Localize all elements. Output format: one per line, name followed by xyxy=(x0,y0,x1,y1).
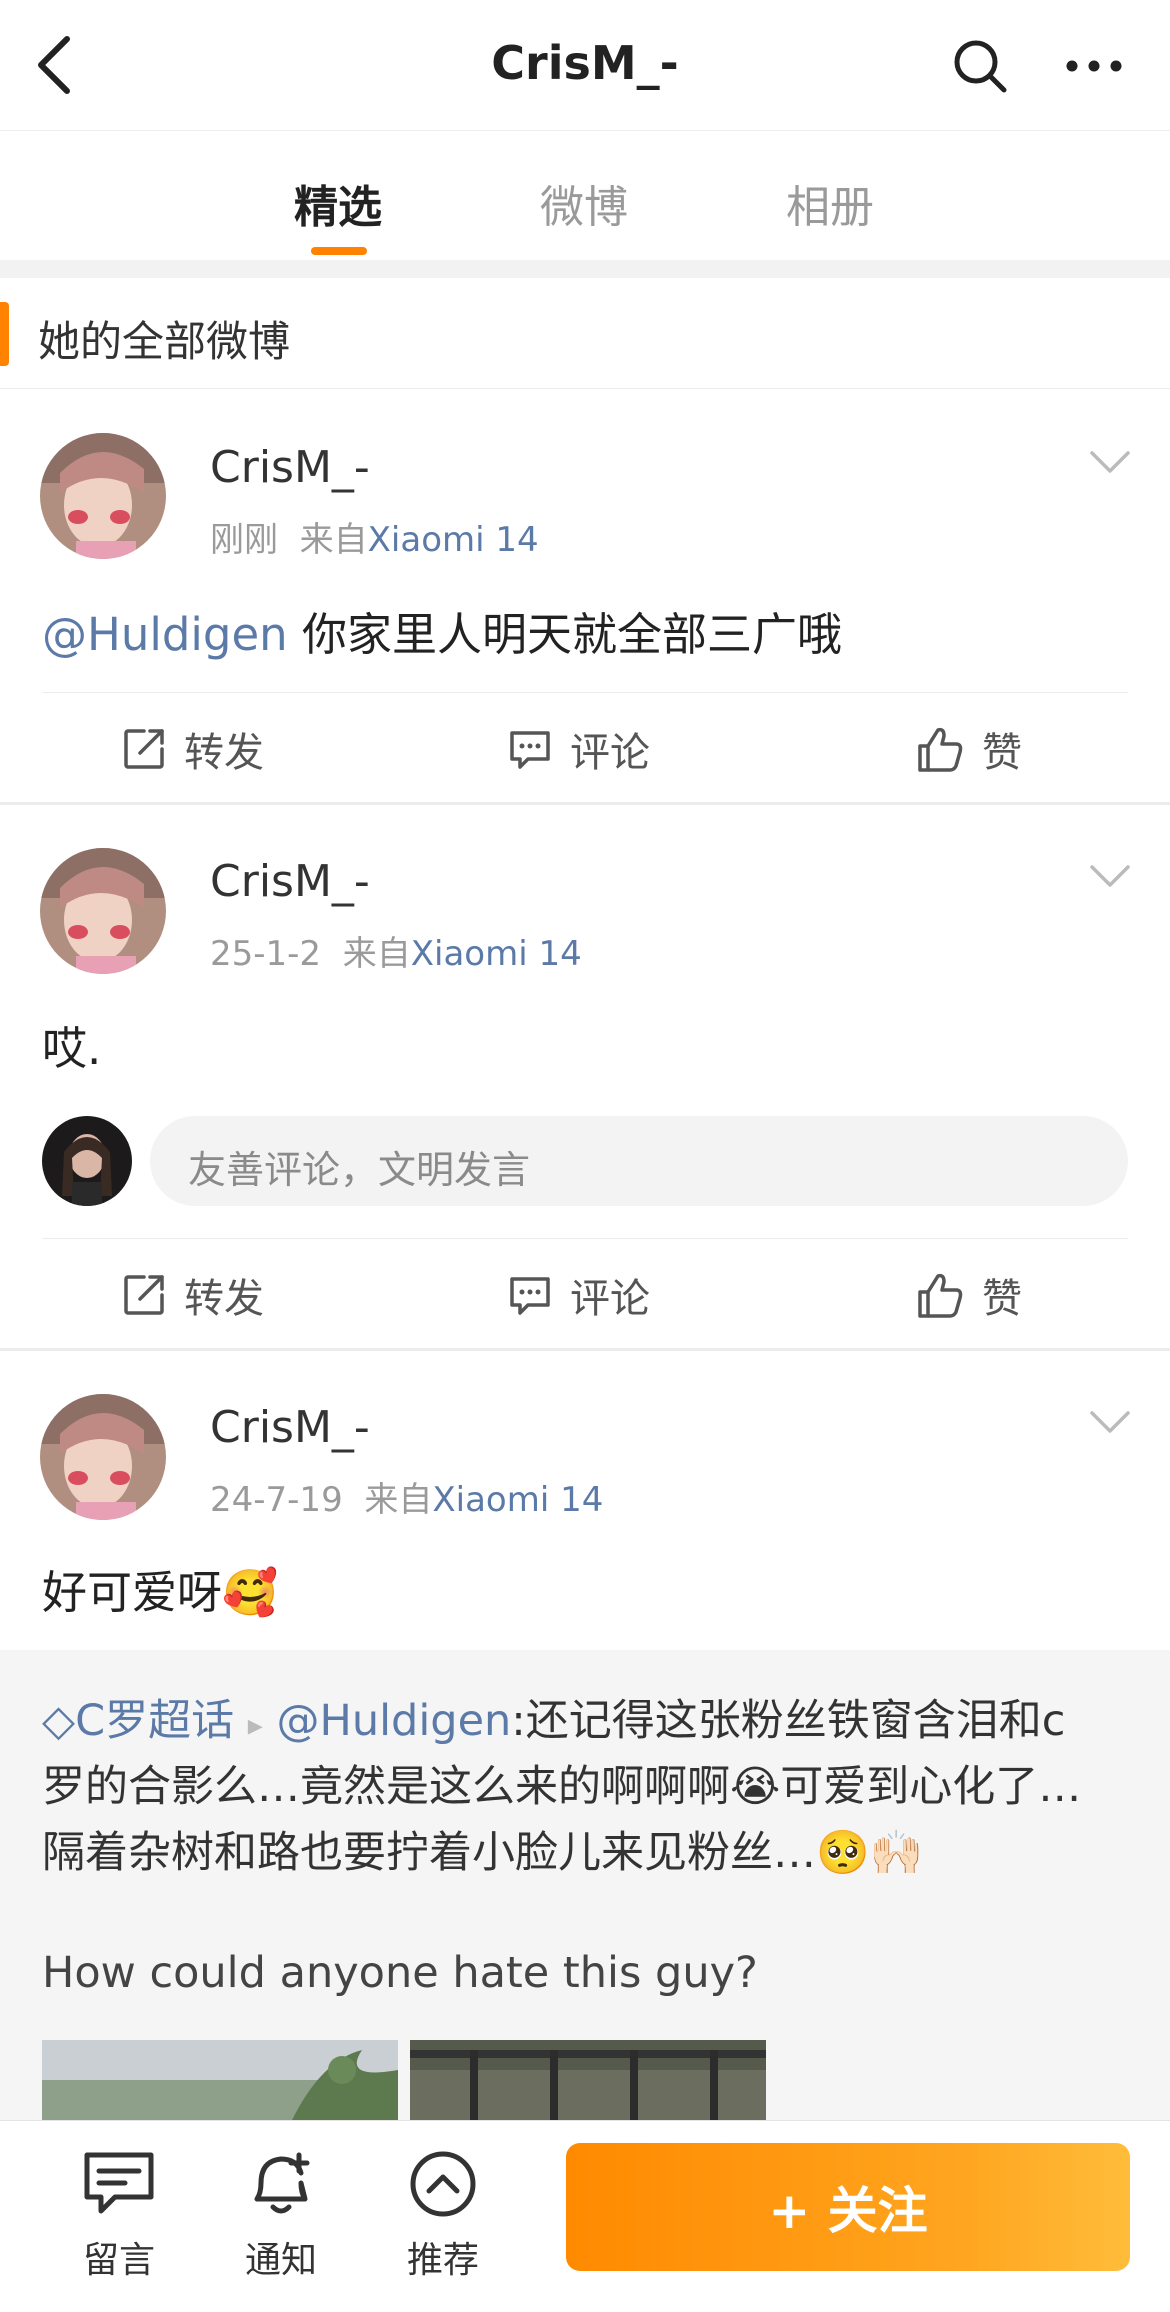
repost-line: 隔着杂树和路也要拧着小脸儿来见粉丝…🥺🙌🏻 xyxy=(42,1818,923,1880)
repost-line: ◇C罗超话 ▸ @Huldigen:还记得这张粉丝铁窗含泪和c xyxy=(42,1686,1065,1748)
tab-active-indicator xyxy=(311,247,367,255)
comment-button[interactable]: 评论 xyxy=(508,1266,650,1324)
post-separator xyxy=(0,802,1170,805)
repost-icon xyxy=(124,1275,164,1315)
repost-text: 罗的合影么…竟然是这么来的啊啊啊 xyxy=(42,1762,730,1812)
repost-image[interactable] xyxy=(410,2040,766,2120)
divider xyxy=(42,692,1128,693)
like-button[interactable]: 赞 xyxy=(916,720,1022,778)
repost-label: 转发 xyxy=(184,730,264,776)
section-divider xyxy=(0,260,1170,278)
top-bar: CrisM_- xyxy=(0,0,1170,130)
play-icon: ▸ xyxy=(247,1708,263,1743)
avatar[interactable] xyxy=(40,1394,166,1520)
comment-icon xyxy=(510,1277,550,1315)
chevron-down-icon[interactable] xyxy=(1090,1410,1130,1434)
notify-label: 通知 xyxy=(244,2240,317,2281)
post-text: @Huldigen 你家里人明天就全部三广哦 xyxy=(42,598,842,663)
post-body: 好可爱呀 xyxy=(42,1566,223,1619)
section-title: 她的全部微博 xyxy=(38,317,291,366)
repost-english: How could anyone hate this guy? xyxy=(42,1948,758,1998)
post-separator xyxy=(0,1348,1170,1351)
tab-bar: 精选 微博 相册 xyxy=(0,130,1170,261)
topic-icon: ◇ xyxy=(42,1696,76,1746)
repost-block[interactable]: ◇C罗超话 ▸ @Huldigen:还记得这张粉丝铁窗含泪和c 罗的合影么…竟然… xyxy=(0,1650,1170,2120)
mention-link[interactable]: @Huldigen xyxy=(277,1696,512,1746)
like-button[interactable]: 赞 xyxy=(916,1266,1022,1324)
comment-icon xyxy=(510,731,550,769)
tab-featured[interactable]: 精选 xyxy=(294,171,382,235)
chevron-up-circle-icon xyxy=(410,2151,476,2217)
repost-button[interactable]: 转发 xyxy=(122,1266,264,1324)
comment-label: 评论 xyxy=(570,730,650,776)
avatar[interactable] xyxy=(40,433,166,559)
post-body: 哎. xyxy=(42,1022,102,1075)
post-username[interactable]: CrisM_- xyxy=(210,1402,370,1453)
comment-button[interactable]: 评论 xyxy=(508,720,650,778)
section-header: 她的全部微博 xyxy=(0,278,1170,389)
message-icon xyxy=(84,2152,154,2214)
post-time: 24-7-19 xyxy=(210,1480,343,1520)
chevron-down-icon[interactable] xyxy=(1090,864,1130,888)
repost-icon xyxy=(124,729,164,769)
post-source[interactable]: Xiaomi 14 xyxy=(432,1480,603,1520)
section-accent-bar xyxy=(0,302,9,366)
bell-plus-icon xyxy=(254,2152,310,2214)
comment-input[interactable]: 友善评论，文明发言 xyxy=(150,1116,1128,1206)
like-label: 赞 xyxy=(982,1276,1022,1322)
post-time: 刚刚 xyxy=(210,520,278,560)
thumbs-up-icon xyxy=(918,1273,963,1318)
post-from: 来自 xyxy=(364,1480,433,1520)
post-meta: 24-7-19 来自Xiaomi 14 xyxy=(210,1472,603,1521)
topic-label: C罗超话 xyxy=(75,1696,235,1746)
bottom-bar: 留言 通知 推荐 + 关注 xyxy=(0,2120,1170,2312)
my-avatar xyxy=(42,1116,132,1206)
emoji: 🥺🙌🏻 xyxy=(816,1828,924,1878)
mention-link[interactable]: @Huldigen xyxy=(42,608,288,661)
emoji: 😭 xyxy=(730,1762,781,1812)
follow-button[interactable]: + 关注 xyxy=(566,2143,1130,2271)
message-button[interactable]: 留言 xyxy=(64,2149,174,2283)
topic-link[interactable]: ◇C罗超话 xyxy=(42,1696,234,1746)
repost-text: 可爱到心化了… xyxy=(780,1762,1082,1812)
message-label: 留言 xyxy=(82,2240,155,2281)
post-time: 25-1-2 xyxy=(210,934,322,974)
post-username[interactable]: CrisM_- xyxy=(210,856,370,907)
repost-text: 隔着杂树和路也要拧着小脸儿来见粉丝… xyxy=(42,1828,816,1878)
repost-label: 转发 xyxy=(184,1276,264,1322)
recommend-button[interactable]: 推荐 xyxy=(388,2149,498,2283)
repost-line: 罗的合影么…竟然是这么来的啊啊啊😭可爱到心化了… xyxy=(42,1752,1081,1814)
comment-label: 评论 xyxy=(570,1276,650,1322)
divider xyxy=(42,1238,1128,1239)
post-meta: 刚刚 来自Xiaomi 14 xyxy=(210,512,539,561)
post-from: 来自 xyxy=(299,520,368,560)
tab-album[interactable]: 相册 xyxy=(786,171,874,235)
post-text: 好可爱呀🥰 xyxy=(42,1556,278,1621)
search-icon[interactable] xyxy=(950,36,1010,96)
post-from: 来自 xyxy=(342,934,411,974)
post-source[interactable]: Xiaomi 14 xyxy=(368,520,539,560)
repost-button[interactable]: 转发 xyxy=(122,720,264,778)
post-meta: 25-1-2 来自Xiaomi 14 xyxy=(210,926,582,975)
avatar[interactable] xyxy=(40,848,166,974)
notify-button[interactable]: 通知 xyxy=(226,2149,336,2283)
post-source[interactable]: Xiaomi 14 xyxy=(411,934,582,974)
comment-placeholder: 友善评论，文明发言 xyxy=(188,1148,531,1192)
recommend-label: 推荐 xyxy=(406,2240,479,2281)
like-label: 赞 xyxy=(982,730,1022,776)
emoji: 🥰 xyxy=(222,1566,279,1619)
chevron-down-icon[interactable] xyxy=(1090,450,1130,474)
post-body: 你家里人明天就全部三广哦 xyxy=(287,608,843,661)
repost-text: :还记得这张粉丝铁窗含泪和c xyxy=(511,1696,1066,1746)
more-icon[interactable] xyxy=(1064,52,1124,80)
tab-weibo[interactable]: 微博 xyxy=(540,171,628,235)
repost-image[interactable] xyxy=(42,2040,398,2120)
post-username[interactable]: CrisM_- xyxy=(210,442,370,493)
thumbs-up-icon xyxy=(918,727,963,772)
